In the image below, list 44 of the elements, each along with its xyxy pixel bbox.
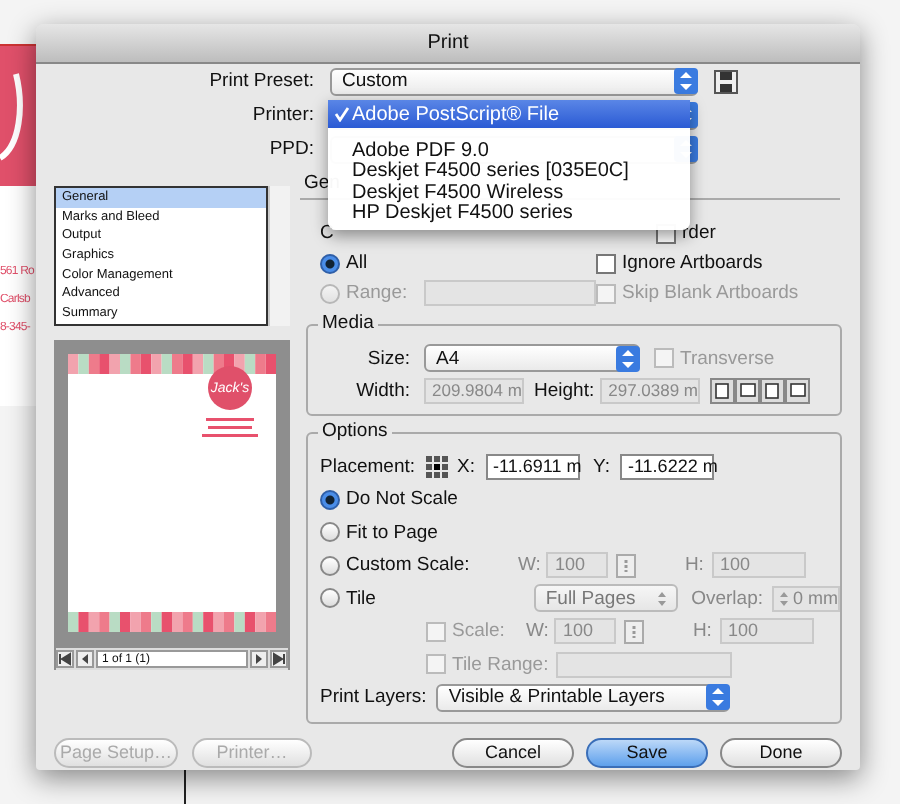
- radio-label: Range:: [346, 282, 408, 304]
- tile-dropdown[interactable]: Full Pages: [533, 584, 678, 613]
- print-preset-label: Print Preset:: [207, 70, 316, 92]
- h-label: H:: [692, 620, 712, 643]
- checkbox-label: Tile Range:: [452, 653, 549, 676]
- print-layers-dropdown[interactable]: Visible & Printable Layers: [436, 683, 731, 712]
- radio-label: Tile: [346, 587, 378, 610]
- w-label: W:: [518, 554, 541, 577]
- x-label: X:: [457, 455, 476, 478]
- overlap-value: 0 mm: [793, 587, 838, 610]
- done-button[interactable]: Done: [720, 737, 842, 767]
- printer-label: Printer:: [250, 104, 316, 126]
- size-label: Size:: [365, 347, 410, 369]
- x-field[interactable]: -11.6911 m: [485, 453, 580, 480]
- ppd-label: PPD:: [267, 138, 316, 160]
- window-title: Print: [427, 32, 469, 54]
- group-title: Media: [318, 312, 378, 334]
- radio-label: Fit to Page: [346, 521, 440, 544]
- cancel-button[interactable]: Cancel: [452, 737, 574, 767]
- w-label: W:: [526, 620, 549, 643]
- size-dropdown[interactable]: A4: [424, 344, 640, 372]
- menu-item[interactable]: Adobe PDF 9.0: [328, 140, 690, 161]
- width-label: Width:: [354, 379, 410, 401]
- checkbox-label: Scale:: [452, 620, 507, 643]
- menu-item[interactable]: Adobe PostScript® File: [328, 100, 690, 128]
- height-label: Height:: [534, 379, 595, 401]
- menu-item[interactable]: HP Deskjet F4500 series: [328, 203, 690, 224]
- checkbox-label: Skip Blank Artboards: [622, 282, 799, 304]
- print-preset-dropdown[interactable]: Custom: [330, 67, 698, 95]
- save-button[interactable]: Save: [586, 737, 708, 767]
- y-label: Y:: [593, 455, 610, 478]
- print-layers-label: Print Layers:: [320, 686, 427, 709]
- h-label: H:: [684, 554, 704, 577]
- radio-label: Custom Scale:: [346, 554, 472, 577]
- y-field[interactable]: -11.6222 m: [619, 453, 714, 480]
- radio-label: All: [346, 252, 368, 274]
- overlap-label: Overlap:: [691, 587, 763, 610]
- checkbox-label: Transverse: [680, 347, 775, 369]
- placement-label: Placement:: [320, 455, 416, 478]
- checkbox-label: Ignore Artboards: [622, 252, 763, 274]
- group-title: Options: [318, 420, 392, 442]
- checkbox-label: rder: [682, 222, 716, 244]
- copies-label: C: [320, 222, 334, 244]
- radio-label: Do Not Scale: [346, 488, 460, 511]
